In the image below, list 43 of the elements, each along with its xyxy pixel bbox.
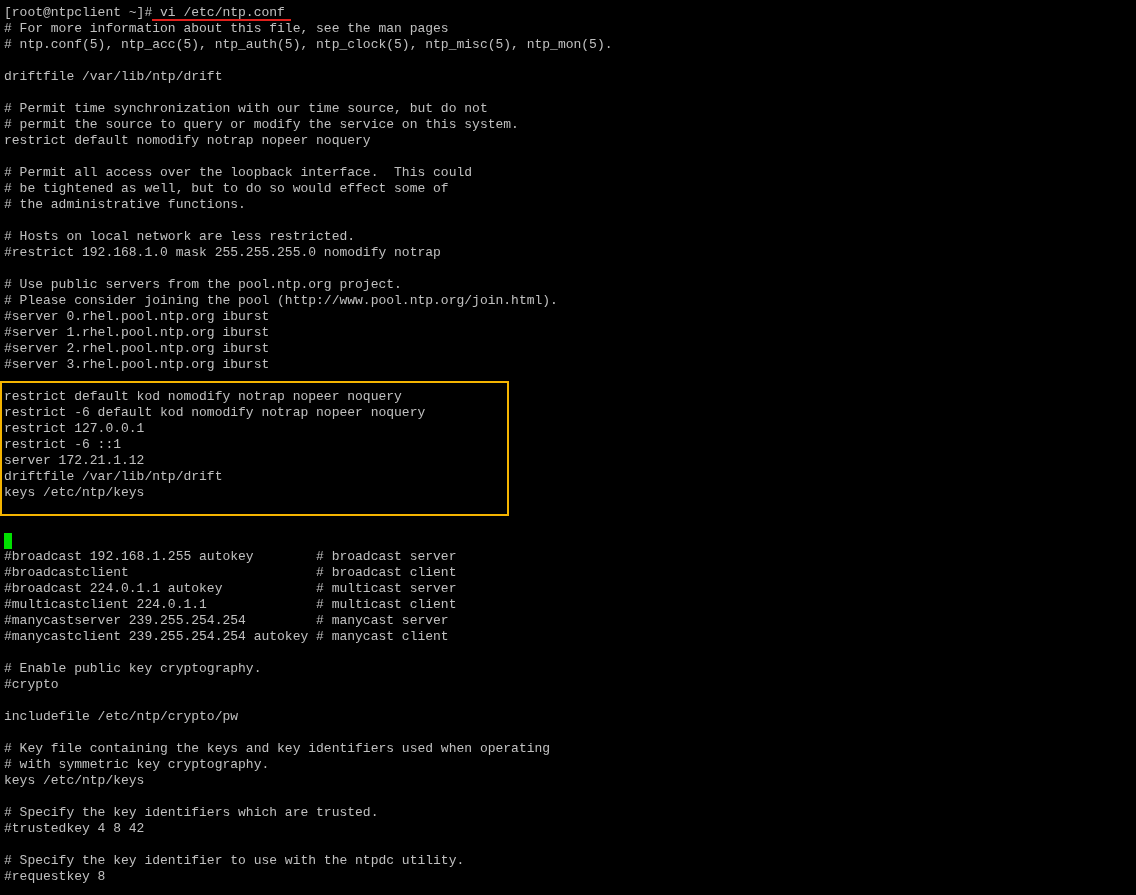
code-line: #server 2.rhel.pool.ntp.org iburst bbox=[4, 341, 270, 357]
code-line: # permit the source to query or modify the service on this system. bbox=[4, 117, 519, 133]
code-line: #server 3.rhel.pool.ntp.org iburst bbox=[4, 357, 270, 373]
code-line: #requestkey 8 bbox=[4, 869, 106, 885]
code-line: keys /etc/ntp/keys bbox=[4, 485, 145, 501]
code-line: # the administrative functions. bbox=[4, 197, 246, 213]
code-line: keys /etc/ntp/keys bbox=[4, 773, 145, 789]
code-line: # Specify the key identifier to use with the ntpdc utility. bbox=[4, 853, 465, 869]
shell-prompt: [root@ntpclient ~]# bbox=[4, 5, 153, 21]
text-cursor bbox=[4, 533, 12, 549]
code-line: restrict 127.0.0.1 bbox=[4, 421, 145, 437]
code-line: driftfile /var/lib/ntp/drift bbox=[4, 69, 223, 85]
code-line: #multicastclient 224.0.1.1 # multicast client bbox=[4, 597, 457, 613]
code-line: # Permit time synchronization with our time source, but do not bbox=[4, 101, 488, 117]
code-line: # ntp.conf(5), ntp_acc(5), ntp_auth(5), ntp_clock(5), ntp_misc(5), ntp_mon(5). bbox=[4, 37, 613, 53]
code-line: # Use public servers from the pool.ntp.org project. bbox=[4, 277, 402, 293]
code-line: #restrict 192.168.1.0 mask 255.255.255.0 nomodify notrap bbox=[4, 245, 441, 261]
code-line: restrict default kod nomodify notrap nopeer noquery bbox=[4, 389, 402, 405]
code-line: #broadcastclient # broadcast client bbox=[4, 565, 457, 581]
code-line: # be tightened as well, but to do so would effect some of bbox=[4, 181, 449, 197]
code-line: #server 0.rhel.pool.ntp.org iburst bbox=[4, 309, 270, 325]
code-line: #broadcast 192.168.1.255 autokey # broadcast server bbox=[4, 549, 457, 565]
code-line: # Hosts on local network are less restricted. bbox=[4, 229, 356, 245]
code-line: # Specify the key identifiers which are trusted. bbox=[4, 805, 379, 821]
code-line: driftfile /var/lib/ntp/drift bbox=[4, 469, 223, 485]
code-line: # with symmetric key cryptography. bbox=[4, 757, 270, 773]
code-line: restrict -6 default kod nomodify notrap nopeer noquery bbox=[4, 405, 426, 421]
code-line: # Key file containing the keys and key identifiers used when operating bbox=[4, 741, 551, 757]
code-line: #trustedkey 4 8 42 bbox=[4, 821, 145, 837]
code-line: # For more information about this file, see the man pages bbox=[4, 21, 449, 37]
command-text: vi /etc/ntp.conf bbox=[152, 5, 291, 21]
code-line: #manycastserver 239.255.254.254 # manycast server bbox=[4, 613, 449, 629]
code-line: server 172.21.1.12 bbox=[4, 453, 145, 469]
code-line: restrict default nomodify notrap nopeer noquery bbox=[4, 133, 371, 149]
code-line: # Please consider joining the pool (http://www.pool.ntp.org/join.html). bbox=[4, 293, 558, 309]
code-line: #manycastclient 239.255.254.254 autokey # manycast client bbox=[4, 629, 449, 645]
code-line: #server 1.rhel.pool.ntp.org iburst bbox=[4, 325, 270, 341]
code-line: restrict -6 ::1 bbox=[4, 437, 122, 453]
code-line: includefile /etc/ntp/crypto/pw bbox=[4, 709, 239, 725]
code-line: # Permit all access over the loopback interface. This could bbox=[4, 165, 473, 181]
code-line: #broadcast 224.0.1.1 autokey # multicast server bbox=[4, 581, 457, 597]
code-line: # Enable public key cryptography. bbox=[4, 661, 262, 677]
code-line: #crypto bbox=[4, 677, 59, 693]
